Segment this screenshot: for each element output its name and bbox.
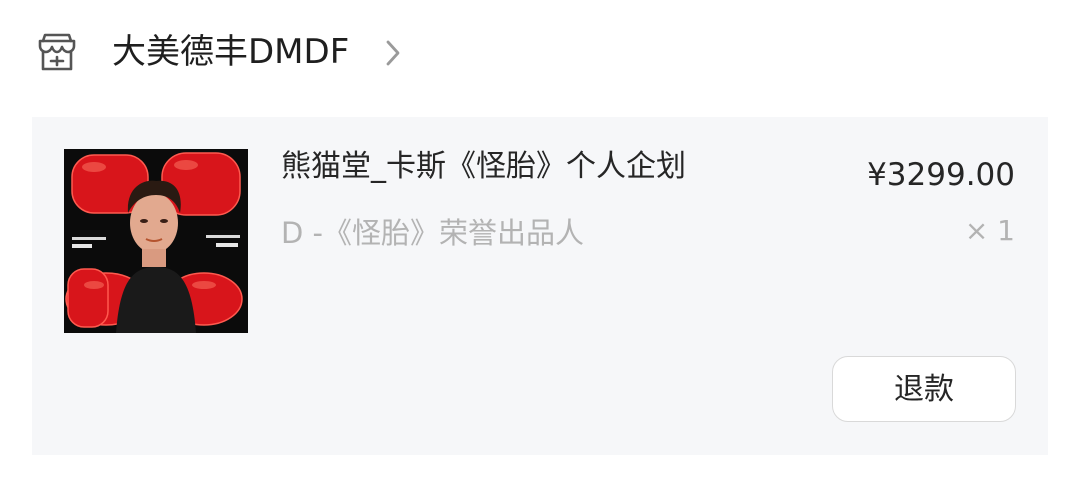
product-cover-image[interactable] xyxy=(64,149,248,333)
order-item-card[interactable]: 熊猫堂_卡斯《怪胎》个人企划 D -《怪胎》荣誉出品人 ¥3299.00 × 1… xyxy=(32,117,1048,455)
product-title[interactable]: 熊猫堂_卡斯《怪胎》个人企划 xyxy=(281,147,686,187)
store-icon xyxy=(36,31,78,73)
shop-name[interactable]: 大美德丰DMDF xyxy=(112,30,349,74)
product-quantity: × 1 xyxy=(964,214,1015,247)
refund-button[interactable]: 退款 xyxy=(832,356,1016,422)
product-price: ¥3299.00 xyxy=(867,157,1015,193)
product-sku: D -《怪胎》荣誉出品人 xyxy=(281,216,585,250)
shop-header[interactable]: 大美德丰DMDF xyxy=(0,0,1079,108)
chevron-right-icon[interactable] xyxy=(382,38,404,68)
